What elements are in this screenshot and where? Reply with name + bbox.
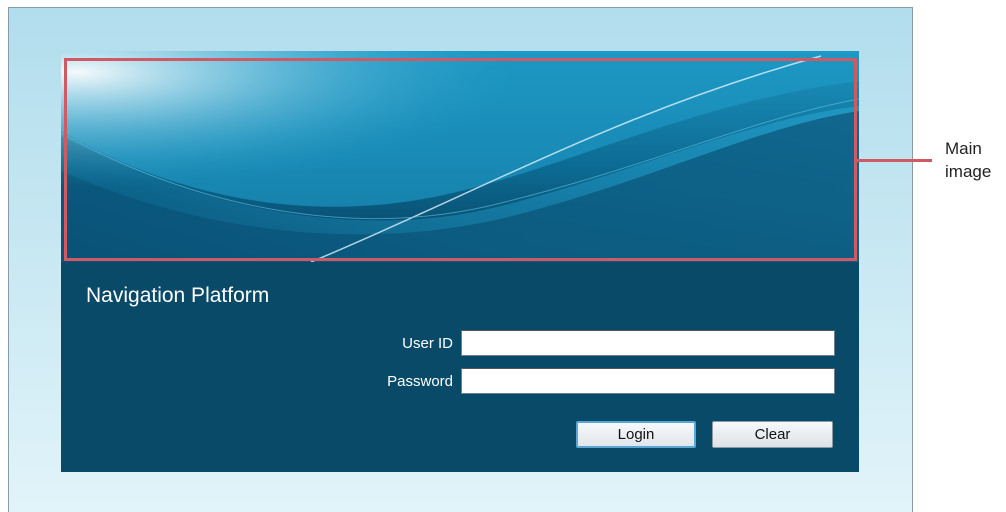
user-id-input[interactable] <box>461 330 835 356</box>
password-label: Password <box>387 373 453 390</box>
callout-label-line2: image <box>945 162 992 181</box>
login-button[interactable]: Login <box>576 421 696 448</box>
user-id-label: User ID <box>402 335 453 352</box>
callout-label: Main image <box>945 137 991 183</box>
main-image-highlight <box>64 58 857 261</box>
callout-line <box>857 159 932 162</box>
callout-label-line1: Main <box>945 139 982 158</box>
page-title: Navigation Platform <box>86 284 270 307</box>
password-input[interactable] <box>461 368 835 394</box>
clear-button[interactable]: Clear <box>712 421 833 448</box>
